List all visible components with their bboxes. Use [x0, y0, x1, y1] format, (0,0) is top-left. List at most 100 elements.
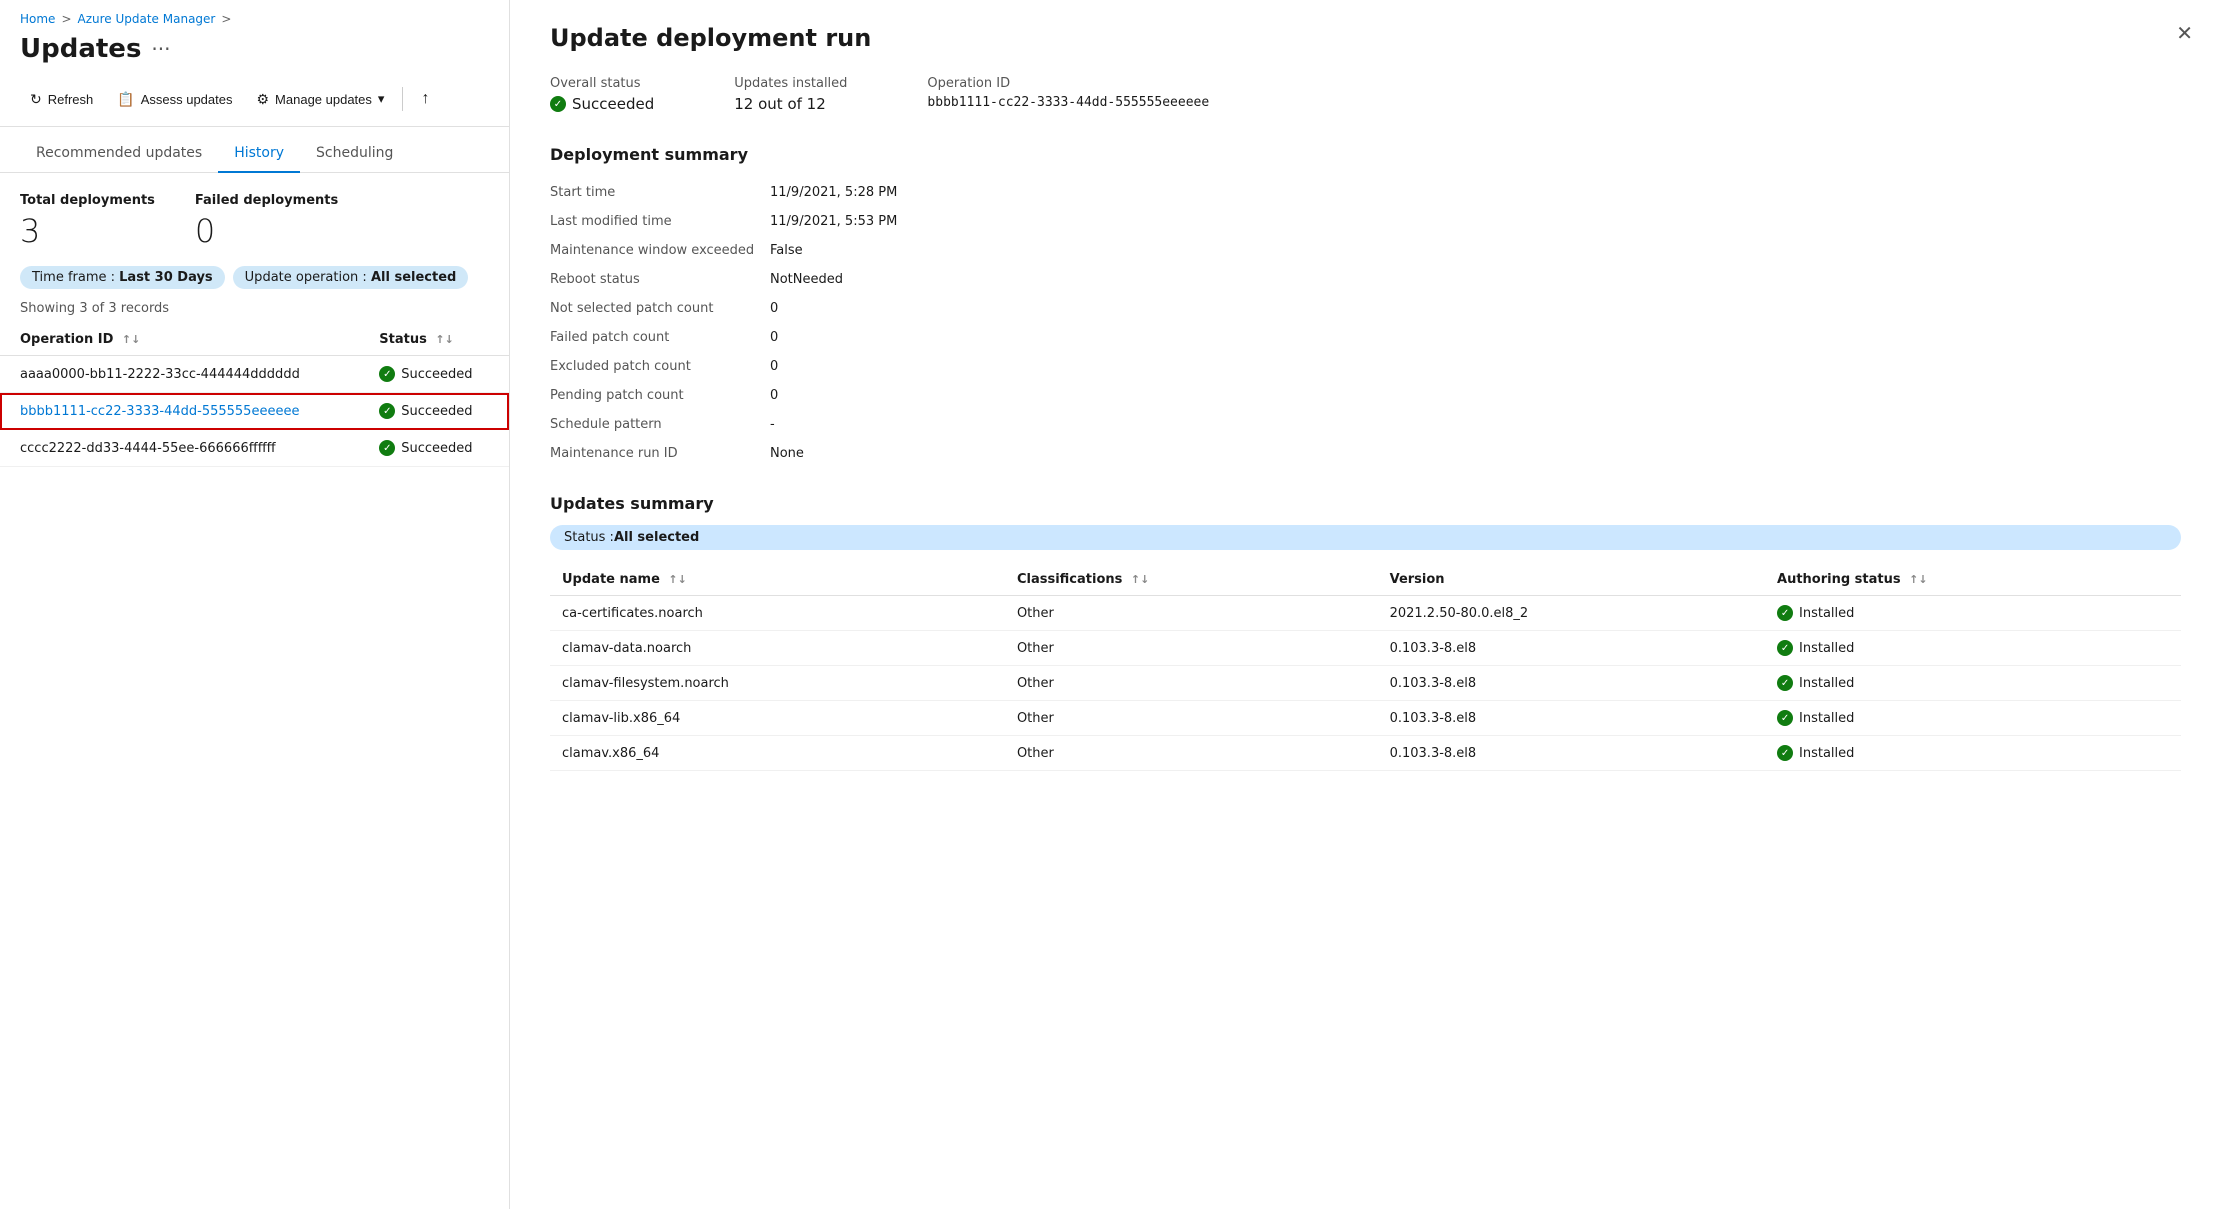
status-cell: Succeeded [359, 430, 509, 467]
manage-icon: ⚙ [256, 91, 269, 108]
authoring-installed: Installed [1777, 640, 2169, 656]
page-title: Updates [20, 34, 141, 64]
table-row[interactable]: aaaa0000-bb11-2222-33cc-444444dddddd Suc… [0, 356, 509, 393]
breadcrumb-sep1: > [61, 12, 71, 26]
assess-icon: 📋 [117, 91, 134, 108]
summary-field-value: 0 [770, 354, 2181, 379]
manage-updates-button[interactable]: ⚙ Manage updates ▾ [246, 85, 394, 114]
summary-field-label: Excluded patch count [550, 354, 770, 379]
version-cell: 0.103.3-8.el8 [1378, 736, 1765, 771]
assess-updates-button[interactable]: 📋 Assess updates [107, 85, 242, 114]
status-chip-prefix: Status : [564, 530, 614, 545]
summary-field-label: Schedule pattern [550, 412, 770, 437]
update-name-cell: clamav-lib.x86_64 [550, 701, 1005, 736]
left-panel: Home > Azure Update Manager > Updates ··… [0, 0, 510, 1209]
update-row[interactable]: clamav-lib.x86_64Other0.103.3-8.el8 Inst… [550, 701, 2181, 736]
breadcrumb-home[interactable]: Home [20, 12, 55, 26]
col-classifications[interactable]: Classifications ↑↓ [1005, 564, 1378, 596]
overall-status-row: Overall status Succeeded Updates install… [550, 76, 2181, 113]
summary-field-label: Failed patch count [550, 325, 770, 350]
update-row[interactable]: clamav.x86_64Other0.103.3-8.el8 Installe… [550, 736, 2181, 771]
records-count: Showing 3 of 3 records [0, 301, 509, 324]
tab-history[interactable]: History [218, 135, 300, 173]
timeframe-chip[interactable]: Time frame : Last 30 Days [20, 266, 225, 289]
deployment-summary-title: Deployment summary [550, 145, 2181, 164]
operation-id-label: Operation ID [927, 76, 1209, 91]
page-title-row: Updates ··· [0, 30, 509, 76]
close-button[interactable]: ✕ [2172, 20, 2197, 48]
operation-prefix: Update operation : [245, 270, 371, 285]
authoring-status-cell: Installed [1765, 631, 2181, 666]
update-name-sort: ↑↓ [668, 573, 686, 586]
status-text: Succeeded [401, 367, 472, 382]
classification-cell: Other [1005, 596, 1378, 631]
col-update-name[interactable]: Update name ↑↓ [550, 564, 1005, 596]
operation-id-cell: cccc2222-dd33-4444-55ee-666666ffffff [0, 430, 359, 467]
update-row[interactable]: clamav-data.noarchOther0.103.3-8.el8 Ins… [550, 631, 2181, 666]
update-row[interactable]: ca-certificates.noarchOther2021.2.50-80.… [550, 596, 2181, 631]
authoring-status-dot [1777, 710, 1793, 726]
col-version[interactable]: Version [1378, 564, 1765, 596]
update-name-cell: clamav-filesystem.noarch [550, 666, 1005, 701]
summary-field-value: False [770, 238, 2181, 263]
upload-button[interactable]: ↑ [411, 84, 439, 114]
status-dot [379, 440, 395, 456]
status-succeeded: Succeeded [379, 440, 489, 456]
authoring-status-text: Installed [1799, 676, 1854, 691]
page-menu-button[interactable]: ··· [151, 39, 170, 59]
authoring-status-text: Installed [1799, 746, 1854, 761]
tab-recommended[interactable]: Recommended updates [20, 135, 218, 173]
authoring-installed: Installed [1777, 675, 2169, 691]
authoring-status-cell: Installed [1765, 596, 2181, 631]
authoring-installed: Installed [1777, 710, 2169, 726]
timeframe-prefix: Time frame : [32, 270, 119, 285]
operation-id-cell: bbbb1111-cc22-3333-44dd-555555eeeeee [0, 393, 359, 430]
upload-icon: ↑ [421, 90, 429, 108]
table-row[interactable]: bbbb1111-cc22-3333-44dd-555555eeeeee Suc… [0, 393, 509, 430]
status-sort-icon: ↑↓ [435, 333, 453, 346]
update-name-cell: ca-certificates.noarch [550, 596, 1005, 631]
status-cell: Succeeded [359, 393, 509, 430]
status-succeeded: Succeeded [379, 366, 489, 382]
toolbar-divider [402, 87, 403, 111]
updates-installed-label: Updates installed [734, 76, 847, 91]
update-row[interactable]: clamav-filesystem.noarchOther0.103.3-8.e… [550, 666, 2181, 701]
deployment-summary: Start time11/9/2021, 5:28 PMLast modifie… [550, 180, 2181, 466]
col-operation-id[interactable]: Operation ID ↑↓ [0, 324, 359, 356]
classification-cell: Other [1005, 701, 1378, 736]
summary-field-label: Pending patch count [550, 383, 770, 408]
summary-field-value: NotNeeded [770, 267, 2181, 292]
authoring-installed: Installed [1777, 605, 2169, 621]
col-authoring-status[interactable]: Authoring status ↑↓ [1765, 564, 2181, 596]
refresh-button[interactable]: ↻ Refresh [20, 85, 103, 114]
operation-chip[interactable]: Update operation : All selected [233, 266, 469, 289]
update-name-cell: clamav.x86_64 [550, 736, 1005, 771]
total-deployments-value: 3 [20, 212, 155, 250]
breadcrumb-azure[interactable]: Azure Update Manager [78, 12, 216, 26]
tab-scheduling[interactable]: Scheduling [300, 135, 409, 173]
authoring-status-dot [1777, 605, 1793, 621]
status-text: Succeeded [401, 441, 472, 456]
summary-field-label: Not selected patch count [550, 296, 770, 321]
overall-status-icon [550, 96, 566, 112]
status-succeeded: Succeeded [379, 403, 489, 419]
summary-field-value: 11/9/2021, 5:28 PM [770, 180, 2181, 205]
status-cell: Succeeded [359, 356, 509, 393]
operation-id-cell: aaaa0000-bb11-2222-33cc-444444dddddd [0, 356, 359, 393]
summary-field-value: 0 [770, 383, 2181, 408]
status-filter-chip[interactable]: Status : All selected [550, 525, 2181, 550]
classifications-sort: ↑↓ [1131, 573, 1149, 586]
update-name-cell: clamav-data.noarch [550, 631, 1005, 666]
authoring-sort: ↑↓ [1909, 573, 1927, 586]
table-row[interactable]: cccc2222-dd33-4444-55ee-666666ffffff Suc… [0, 430, 509, 467]
col-status[interactable]: Status ↑↓ [359, 324, 509, 356]
failed-deployments-block: Failed deployments 0 [195, 193, 338, 250]
summary-field-label: Start time [550, 180, 770, 205]
updates-installed-value: 12 out of 12 [734, 95, 847, 113]
classification-cell: Other [1005, 736, 1378, 771]
updates-table: Update name ↑↓ Classifications ↑↓ Versio… [550, 564, 2181, 771]
authoring-status-dot [1777, 675, 1793, 691]
manage-dropdown-icon: ▾ [378, 91, 385, 107]
total-deployments-label: Total deployments [20, 193, 155, 208]
status-chip-value: All selected [614, 530, 699, 545]
